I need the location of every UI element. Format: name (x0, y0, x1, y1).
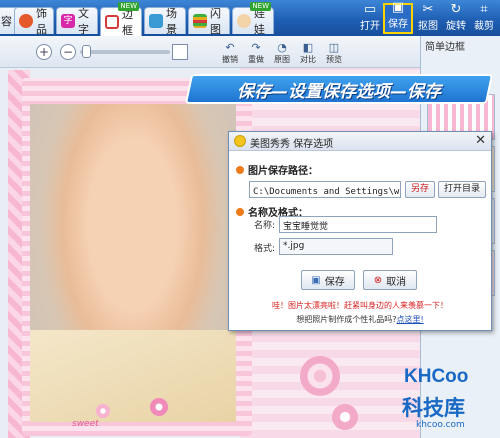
bullet-icon (236, 208, 244, 216)
save-button[interactable]: ▣ 保存 (383, 0, 413, 34)
new-badge: NEW (118, 2, 139, 11)
fit-screen-button[interactable] (172, 44, 188, 60)
gift-tip-link[interactable]: 点这里! (397, 315, 424, 324)
rotate-button[interactable]: ↻ 旋转 (442, 3, 470, 34)
undo-button[interactable]: ↶ 撤销 (218, 39, 242, 65)
zoom-slider-handle[interactable] (82, 45, 91, 58)
sweet-caption: sweet (72, 419, 99, 429)
name-label: 名称: (254, 221, 276, 231)
original-label: 原图 (274, 55, 290, 64)
format-select[interactable]: *.jpg (279, 238, 393, 255)
compare-button[interactable]: ◧ 对比 (296, 39, 320, 65)
watermark-url: khcoo.com (416, 420, 465, 430)
flash-icon (193, 14, 207, 28)
redo-icon: ↷ (251, 41, 261, 54)
scissors-icon: ✂ (422, 2, 434, 17)
original-button[interactable]: ◔ 原图 (270, 39, 294, 65)
undo-icon: ↶ (225, 41, 235, 54)
scene-icon (149, 14, 163, 28)
compare-icon: ◧ (302, 41, 314, 54)
zoom-in-icon: + (38, 45, 50, 59)
tab-label: 饰品 (36, 7, 47, 36)
watermark-brand: KHCoo (404, 366, 469, 387)
panel-caption: 简单边框 (425, 42, 465, 53)
gift-tip: 想把照片制作成个性礼品吗?点这里! (229, 314, 491, 325)
tab-label: 场景 (166, 7, 177, 36)
crop-button[interactable]: ⌗ 裁剪 (470, 3, 498, 34)
zoom-out-icon: − (62, 45, 74, 59)
zoom-in-button[interactable]: + (36, 44, 52, 60)
preview-icon: ◫ (328, 41, 340, 54)
tab-accessories[interactable]: 饰品 (14, 7, 54, 36)
dialog-cancel-button[interactable]: ⊗ 取消 (363, 270, 417, 290)
flower-decoration (96, 404, 110, 418)
dialog-titlebar: 美图秀秀 保存选项 ✕ (229, 132, 491, 151)
instruction-banner: 保存—设置保存选项—保存 (237, 82, 441, 102)
watermark-cn: 科技库 (402, 396, 465, 420)
save-path-field[interactable]: C:\Documents and Settings\wj\桌 (249, 181, 401, 198)
top-menu-bar: 容 饰品 字 文字 边框 NEW 场景 闪图 娃娃 NEW ▭ 打开 ▣ 保存 … (0, 0, 500, 37)
khcoo-watermark: KHCoo 科技库 khcoo.com (394, 366, 498, 436)
preview-label: 预览 (326, 55, 342, 64)
zoom-out-button[interactable]: − (60, 44, 76, 60)
tool-label: 抠图 (418, 21, 438, 32)
gift-tip-text: 想把照片制作成个性礼品吗? (296, 315, 397, 324)
open-button[interactable]: ▭ 打开 (356, 3, 384, 34)
photo-blanket (30, 330, 236, 422)
app-logo-icon (234, 135, 246, 147)
tab-flash[interactable]: 闪图 (188, 7, 230, 36)
tab-doll[interactable]: 娃娃 NEW (232, 2, 274, 36)
frame-icon (105, 15, 119, 29)
save-icon: ▣ (391, 0, 405, 15)
cancel-icon: ⊗ (373, 274, 383, 286)
tool-label: 保存 (388, 19, 408, 30)
path-section-heading: 图片保存路径： (236, 162, 318, 177)
undo-label: 撤销 (222, 55, 238, 64)
edit-toolbar: + − ↶ 撤销 ↷ 重做 ◔ 原图 ◧ 对比 ◫ 预览 (0, 36, 420, 68)
doll-icon (237, 14, 251, 28)
save-as-button[interactable]: 另存 (405, 181, 435, 198)
redo-label: 重做 (248, 55, 264, 64)
tool-label: 打开 (360, 21, 380, 32)
original-icon: ◔ (277, 41, 287, 54)
file-name-input[interactable]: 宝宝睡觉觉 (279, 216, 437, 233)
dialog-title: 美图秀秀 保存选项 (250, 139, 334, 150)
tab-label: 闪图 (210, 7, 221, 36)
tool-label: 裁剪 (474, 21, 494, 32)
save-button-label: 保存 (324, 276, 345, 288)
zoom-slider[interactable] (80, 50, 170, 54)
open-folder-button[interactable]: 打开目录 (438, 181, 486, 198)
tool-label: 旋转 (446, 21, 466, 32)
tab-label: 容 (1, 15, 12, 28)
rotate-icon: ↻ (450, 2, 462, 17)
text-icon: 字 (61, 14, 75, 28)
cutout-button[interactable]: ✂ 抠图 (414, 3, 442, 34)
share-tip: 哇！图片太漂亮啦！赶紧叫身边的人来羡慕一下！ (272, 301, 448, 310)
tab-border[interactable]: 边框 NEW (100, 2, 142, 37)
close-icon[interactable]: ✕ (475, 133, 486, 148)
flower-decoration (300, 356, 340, 396)
redo-button[interactable]: ↷ 重做 (244, 39, 268, 65)
bullet-icon (236, 166, 244, 174)
flower-decoration (332, 404, 358, 430)
tab-label: 文字 (78, 7, 89, 36)
open-icon: ▭ (363, 2, 377, 17)
path-section-label: 图片保存路径： (248, 166, 318, 177)
flower-decoration (150, 398, 168, 416)
cancel-button-label: 取消 (386, 276, 407, 288)
tab-scene[interactable]: 场景 (144, 7, 186, 36)
heart-icon (19, 14, 33, 28)
tab-text[interactable]: 字 文字 (56, 7, 98, 36)
compare-label: 对比 (300, 55, 316, 64)
save-options-dialog: 美图秀秀 保存选项 ✕ 图片保存路径： C:\Documents and Set… (228, 131, 492, 331)
format-label: 格式: (254, 244, 276, 254)
preview-button[interactable]: ◫ 预览 (322, 39, 346, 65)
save-icon: ▣ (311, 274, 321, 286)
new-badge: NEW (250, 2, 271, 11)
dialog-save-button[interactable]: ▣ 保存 (301, 270, 355, 290)
crop-icon: ⌗ (480, 2, 488, 17)
